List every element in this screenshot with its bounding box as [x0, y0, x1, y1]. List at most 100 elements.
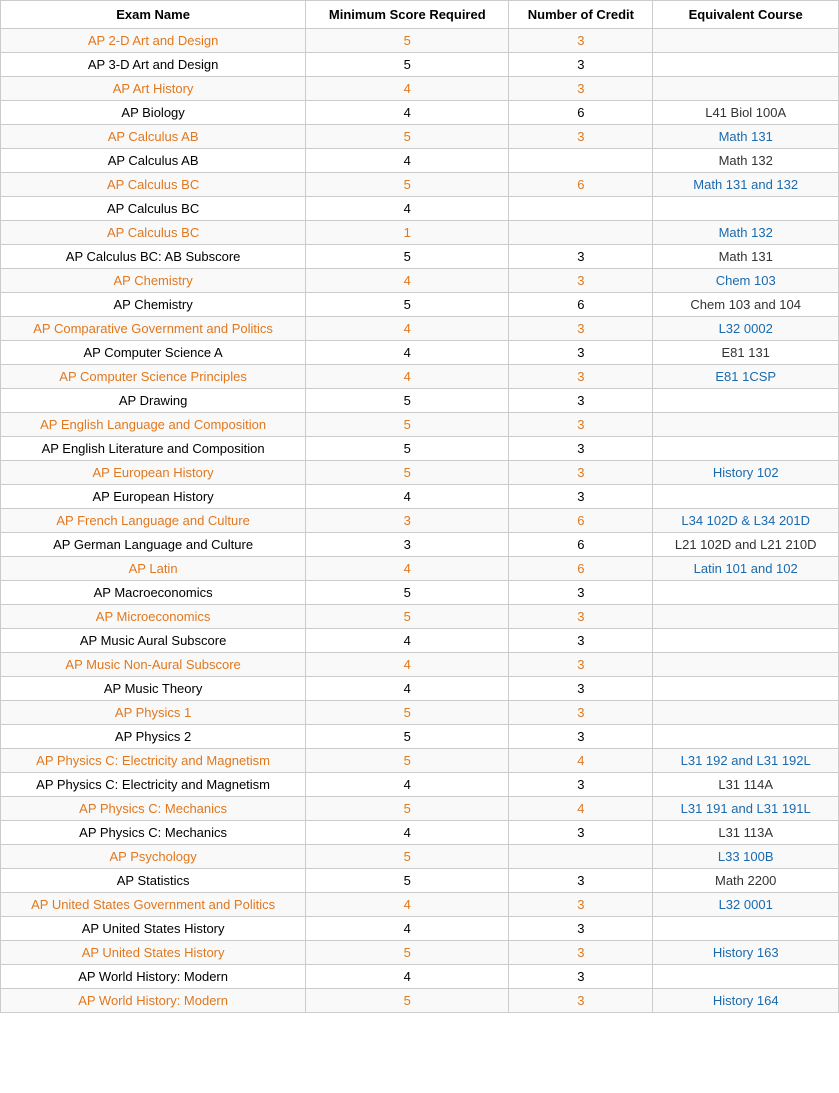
min-score: 4: [306, 77, 509, 101]
col-header-exam: Exam Name: [1, 1, 306, 29]
num-credit: 3: [509, 581, 653, 605]
num-credit: 3: [509, 629, 653, 653]
table-row: AP Calculus BC1Math 132: [1, 221, 839, 245]
num-credit: 3: [509, 701, 653, 725]
min-score: 4: [306, 557, 509, 581]
num-credit: 6: [509, 533, 653, 557]
table-row: AP Physics C: Electricity and Magnetism4…: [1, 773, 839, 797]
min-score: 1: [306, 221, 509, 245]
exam-name: AP Comparative Government and Politics: [1, 317, 306, 341]
num-credit: [509, 845, 653, 869]
min-score: 5: [306, 797, 509, 821]
exam-name: AP Latin: [1, 557, 306, 581]
equiv-course: [653, 29, 839, 53]
min-score: 3: [306, 509, 509, 533]
table-row: AP European History53History 102: [1, 461, 839, 485]
table-row: AP World History: Modern43: [1, 965, 839, 989]
exam-name: AP Music Non-Aural Subscore: [1, 653, 306, 677]
exam-name: AP Physics C: Electricity and Magnetism: [1, 749, 306, 773]
table-row: AP Psychology5L33 100B: [1, 845, 839, 869]
equiv-course: Math 131: [653, 245, 839, 269]
exam-name: AP United States Government and Politics: [1, 893, 306, 917]
exam-name: AP Computer Science Principles: [1, 365, 306, 389]
table-row: AP Microeconomics53: [1, 605, 839, 629]
table-row: AP Physics C: Electricity and Magnetism5…: [1, 749, 839, 773]
table-row: AP Music Theory43: [1, 677, 839, 701]
num-credit: 6: [509, 101, 653, 125]
min-score: 4: [306, 101, 509, 125]
exam-name: AP Calculus BC: [1, 197, 306, 221]
num-credit: 3: [509, 989, 653, 1013]
exam-name: AP 3-D Art and Design: [1, 53, 306, 77]
equiv-course: [653, 53, 839, 77]
num-credit: 3: [509, 245, 653, 269]
num-credit: 6: [509, 173, 653, 197]
exam-name: AP English Language and Composition: [1, 413, 306, 437]
min-score: 4: [306, 629, 509, 653]
min-score: 4: [306, 149, 509, 173]
equiv-course: [653, 677, 839, 701]
num-credit: 4: [509, 797, 653, 821]
min-score: 4: [306, 965, 509, 989]
exam-name: AP Statistics: [1, 869, 306, 893]
exam-name: AP Calculus BC: [1, 173, 306, 197]
equiv-course: [653, 917, 839, 941]
table-row: AP United States Government and Politics…: [1, 893, 839, 917]
num-credit: 3: [509, 725, 653, 749]
min-score: 5: [306, 437, 509, 461]
table-row: AP Physics C: Mechanics43L31 113A: [1, 821, 839, 845]
table-row: AP Latin46Latin 101 and 102: [1, 557, 839, 581]
equiv-course: History 163: [653, 941, 839, 965]
exam-name: AP World History: Modern: [1, 989, 306, 1013]
num-credit: 3: [509, 389, 653, 413]
min-score: 5: [306, 725, 509, 749]
table-row: AP Calculus AB53Math 131: [1, 125, 839, 149]
exam-name: AP Chemistry: [1, 269, 306, 293]
equiv-course: L31 113A: [653, 821, 839, 845]
exam-name: AP United States History: [1, 917, 306, 941]
num-credit: 3: [509, 461, 653, 485]
equiv-course: L32 0002: [653, 317, 839, 341]
table-row: AP English Literature and Composition53: [1, 437, 839, 461]
col-header-equiv: Equivalent Course: [653, 1, 839, 29]
min-score: 5: [306, 173, 509, 197]
table-row: AP United States History43: [1, 917, 839, 941]
table-row: AP Physics 153: [1, 701, 839, 725]
num-credit: 3: [509, 653, 653, 677]
exam-name: AP Music Theory: [1, 677, 306, 701]
equiv-course: E81 131: [653, 341, 839, 365]
table-row: AP Comparative Government and Politics43…: [1, 317, 839, 341]
num-credit: 3: [509, 125, 653, 149]
min-score: 5: [306, 29, 509, 53]
equiv-course: L41 Biol 100A: [653, 101, 839, 125]
num-credit: 3: [509, 605, 653, 629]
num-credit: 3: [509, 485, 653, 509]
num-credit: 3: [509, 269, 653, 293]
min-score: 4: [306, 917, 509, 941]
exam-name: AP Biology: [1, 101, 306, 125]
min-score: 5: [306, 701, 509, 725]
min-score: 5: [306, 581, 509, 605]
table-row: AP 3-D Art and Design53: [1, 53, 839, 77]
table-row: AP World History: Modern53History 164: [1, 989, 839, 1013]
num-credit: 3: [509, 965, 653, 989]
table-row: AP Computer Science Principles43E81 1CSP: [1, 365, 839, 389]
min-score: 4: [306, 821, 509, 845]
min-score: 5: [306, 989, 509, 1013]
exam-name: AP English Literature and Composition: [1, 437, 306, 461]
min-score: 4: [306, 317, 509, 341]
min-score: 4: [306, 341, 509, 365]
num-credit: 3: [509, 893, 653, 917]
table-row: AP Physics C: Mechanics54L31 191 and L31…: [1, 797, 839, 821]
exam-name: AP Psychology: [1, 845, 306, 869]
min-score: 5: [306, 413, 509, 437]
equiv-course: [653, 437, 839, 461]
min-score: 5: [306, 245, 509, 269]
table-row: AP Music Non-Aural Subscore43: [1, 653, 839, 677]
equiv-course: [653, 581, 839, 605]
table-row: AP Calculus AB4Math 132: [1, 149, 839, 173]
equiv-course: History 102: [653, 461, 839, 485]
equiv-course: Math 131: [653, 125, 839, 149]
exam-name: AP Physics 1: [1, 701, 306, 725]
table-row: AP United States History53History 163: [1, 941, 839, 965]
